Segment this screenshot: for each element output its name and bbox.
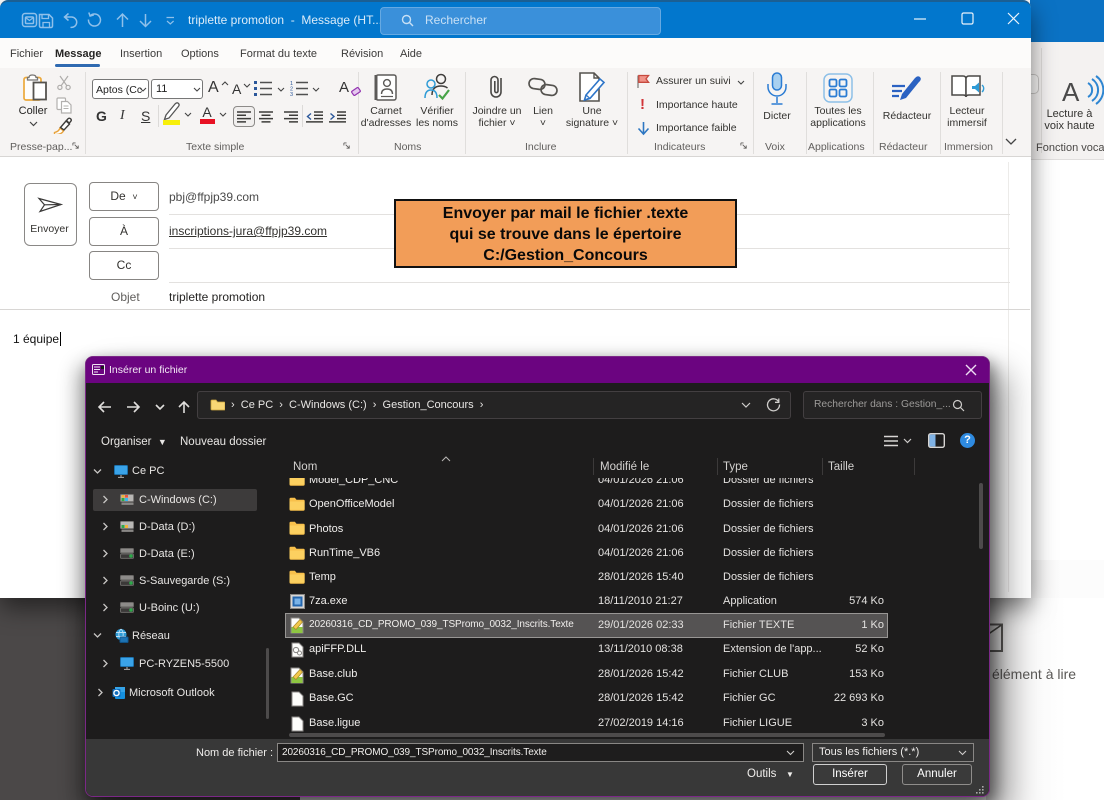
svg-text:3: 3 xyxy=(290,92,293,96)
svg-text:A: A xyxy=(1062,77,1080,107)
